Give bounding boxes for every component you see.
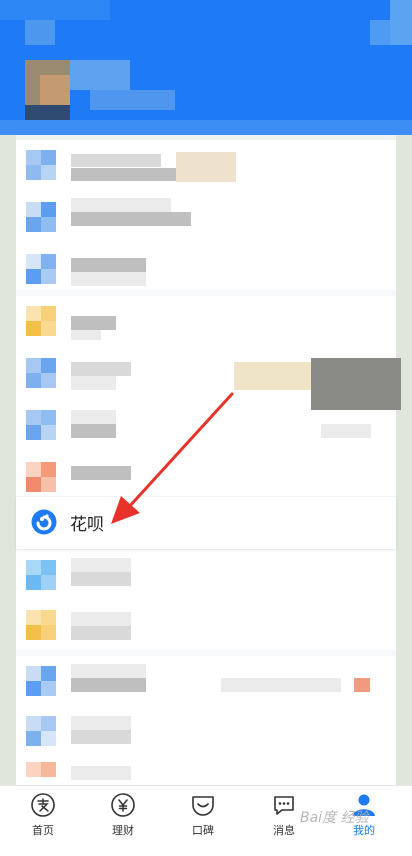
list-item[interactable] <box>16 756 396 785</box>
list-item[interactable] <box>16 600 396 652</box>
alipay-home-icon <box>31 793 55 817</box>
tab-label: 理财 <box>112 824 134 837</box>
huabei-menu-item[interactable]: 花呗 <box>16 497 396 549</box>
chat-bubble-icon <box>274 796 294 815</box>
list-item-icon <box>26 150 56 180</box>
list-item-icon <box>26 716 56 746</box>
list-item[interactable] <box>16 656 396 708</box>
list-item[interactable] <box>16 400 396 452</box>
list-item-icon <box>26 306 56 336</box>
list-item-icon <box>26 254 56 284</box>
tab-label: 首页 <box>32 824 54 837</box>
huabei-label: 花呗 <box>70 515 104 535</box>
menu-group <box>16 550 396 650</box>
list-item-icon <box>26 610 56 640</box>
list-item-icon <box>26 410 56 440</box>
right-background-strip <box>396 135 412 785</box>
koubei-icon <box>192 796 214 816</box>
menu-group <box>16 140 396 290</box>
list-item-icon <box>26 462 56 492</box>
menu-group <box>16 656 396 785</box>
tab-koubei[interactable]: 口碑 <box>173 792 233 848</box>
list-item[interactable] <box>16 550 396 602</box>
list-item[interactable] <box>16 244 396 296</box>
yen-icon <box>111 793 135 817</box>
list-item-icon <box>26 358 56 388</box>
tab-wealth[interactable]: 理财 <box>93 792 153 848</box>
watermark: Bai度 经验 <box>300 810 369 826</box>
list-item-icon <box>26 666 56 696</box>
list-item[interactable] <box>16 140 396 192</box>
list-item[interactable] <box>16 192 396 244</box>
list-item[interactable] <box>16 348 401 410</box>
list-item-icon <box>26 560 56 590</box>
left-background-strip <box>0 135 16 785</box>
menu-group <box>16 296 401 496</box>
list-item[interactable] <box>16 296 396 348</box>
menu-list <box>16 140 401 785</box>
huabei-icon <box>31 509 57 535</box>
list-item[interactable] <box>16 706 396 758</box>
tab-label: 口碑 <box>192 824 214 837</box>
tab-home[interactable]: 首页 <box>13 792 73 848</box>
list-item-icon <box>26 202 56 232</box>
profile-header <box>0 0 412 135</box>
